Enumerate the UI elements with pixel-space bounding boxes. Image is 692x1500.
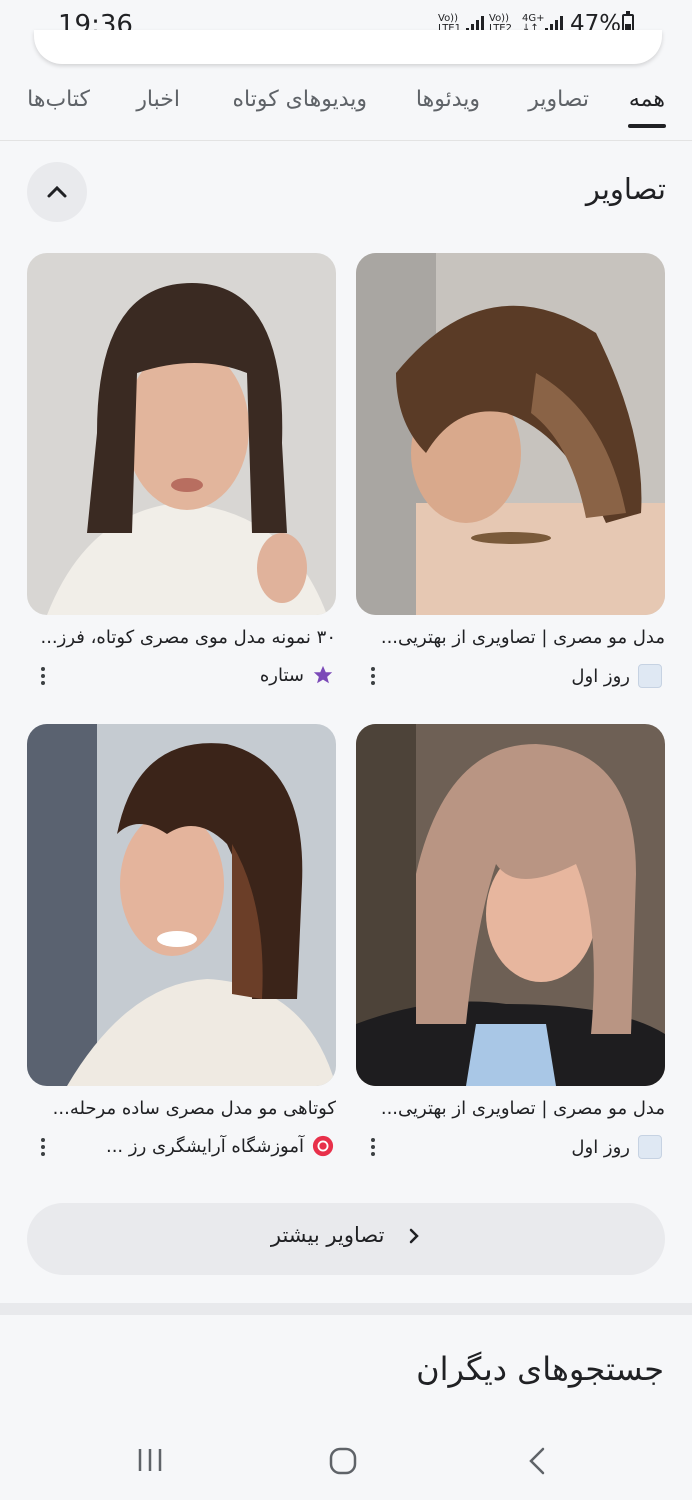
search-tabs: همه تصاویر ویدئوها ویدیوهای کوتاه اخبار … xyxy=(0,70,692,141)
more-images-label: تصاویر بیشتر xyxy=(27,1223,665,1247)
section-divider xyxy=(0,1303,692,1315)
woman-bangs-hair-photo xyxy=(27,253,336,615)
image-result-4[interactable] xyxy=(27,724,336,1086)
image-caption[interactable]: مدل مو مصری | تصاویری از بهتریی... xyxy=(356,1098,665,1119)
recent-apps-icon[interactable] xyxy=(136,1446,164,1474)
woman-bob-hair-photo xyxy=(356,253,665,615)
rooz-aval-icon xyxy=(638,1135,662,1159)
more-images-button[interactable]: تصاویر بیشتر xyxy=(27,1203,665,1275)
source-name: آموزشگاه آرایشگری رز ... xyxy=(105,1135,304,1157)
rooz-aval-icon xyxy=(638,664,662,688)
image-result-3[interactable] xyxy=(356,724,665,1086)
more-options-icon[interactable] xyxy=(367,664,379,690)
collapse-button[interactable] xyxy=(27,162,87,222)
image-result-2[interactable] xyxy=(27,253,336,615)
system-nav-bar xyxy=(0,1410,692,1500)
tab-news[interactable]: اخبار xyxy=(136,87,180,112)
image-source[interactable]: ستاره xyxy=(260,664,334,686)
setare-star-icon xyxy=(312,664,334,686)
other-searches-title: جستجوهای دیگران xyxy=(416,1350,664,1388)
image-source[interactable]: روز اول xyxy=(571,1135,662,1159)
tab-short-videos[interactable]: ویدیوهای کوتاه xyxy=(233,87,368,112)
more-options-icon[interactable] xyxy=(37,1135,49,1161)
more-images-text: تصاویر بیشتر xyxy=(270,1223,385,1247)
tab-images[interactable]: تصاویر xyxy=(528,87,589,112)
active-tab-indicator xyxy=(628,124,666,128)
image-caption[interactable]: ۳۰ نمونه مدل موی مصری کوتاه، فرز... xyxy=(27,627,336,648)
more-options-icon[interactable] xyxy=(367,1135,379,1161)
woman-brown-bob-photo xyxy=(27,724,336,1086)
images-section-title: تصاویر xyxy=(585,172,666,206)
tab-all[interactable]: همه xyxy=(629,87,665,112)
tab-books[interactable]: کتاب‌ها xyxy=(27,87,90,112)
source-name: ستاره xyxy=(259,664,304,686)
source-name: روز اول xyxy=(571,1136,630,1158)
search-box-edge[interactable] xyxy=(34,30,662,64)
image-caption[interactable]: مدل مو مصری | تصاویری از بهتریی... xyxy=(356,627,665,648)
rose-icon xyxy=(312,1135,334,1157)
chevron-up-icon xyxy=(47,185,67,198)
image-source[interactable]: آموزشگاه آرایشگری رز ... xyxy=(106,1135,334,1157)
image-result-1[interactable] xyxy=(356,253,665,615)
back-icon[interactable] xyxy=(527,1446,547,1476)
home-icon[interactable] xyxy=(328,1446,358,1476)
source-name: روز اول xyxy=(571,665,630,687)
more-options-icon[interactable] xyxy=(37,664,49,690)
image-caption[interactable]: کوتاهی مو مدل مصری ساده مرحله... xyxy=(27,1098,336,1119)
image-source[interactable]: روز اول xyxy=(571,664,662,688)
tab-videos[interactable]: ویدئوها xyxy=(416,87,480,112)
woman-blonde-bob-photo xyxy=(356,724,665,1086)
chevron-right-icon xyxy=(409,1228,419,1244)
